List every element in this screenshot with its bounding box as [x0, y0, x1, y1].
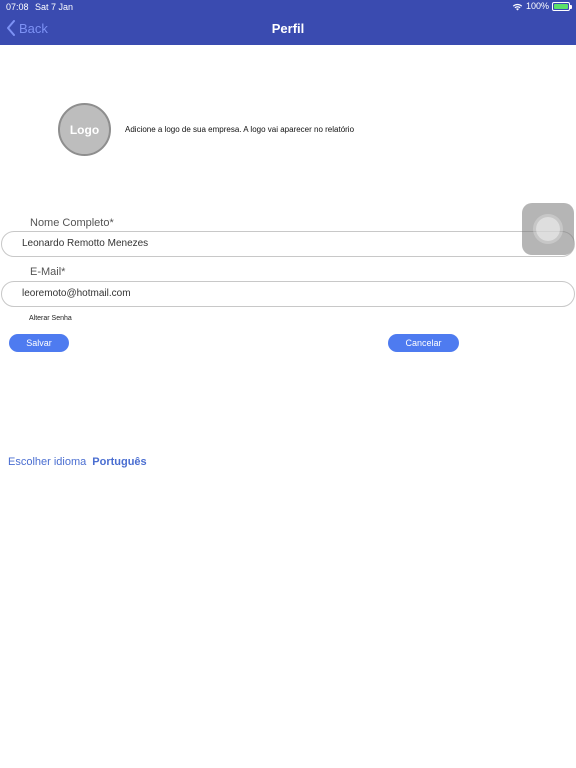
language-selector: Escolher idioma Português [8, 456, 147, 468]
assistive-touch-button[interactable] [522, 203, 574, 255]
battery-icon [552, 1, 572, 11]
name-field[interactable]: Leonardo Remotto Menezes [1, 231, 575, 257]
page-title: Perfil [271, 21, 305, 36]
status-time: 07:08 [6, 2, 29, 12]
logo-description: Adicione a logo de sua empresa. A logo v… [125, 125, 355, 134]
language-value[interactable]: Português [92, 456, 146, 468]
status-date: Sat 7 Jan [35, 2, 74, 12]
logo-placeholder-text: Logo [69, 122, 100, 137]
email-field[interactable]: leoremoto@hotmail.com [1, 281, 575, 307]
save-button[interactable]: Salvar [9, 334, 69, 352]
assistive-touch-icon [536, 217, 560, 241]
wifi-icon [512, 3, 523, 11]
language-label: Escolher idioma [8, 456, 87, 468]
name-label: Nome Completo* [30, 217, 114, 229]
status-bar: 07:08 Sat 7 Jan 100% [0, 0, 576, 14]
battery-percentage: 100% [525, 1, 549, 11]
company-logo-picker[interactable]: Logo [58, 103, 111, 156]
change-password-link[interactable]: Alterar Senha [29, 315, 72, 322]
navigation-bar: 07:08 Sat 7 Jan 100% Back Perfil [0, 0, 576, 45]
email-label: E-Mail* [30, 266, 66, 278]
cancel-button[interactable]: Cancelar [388, 334, 459, 352]
status-indicators: 100% [512, 1, 572, 11]
